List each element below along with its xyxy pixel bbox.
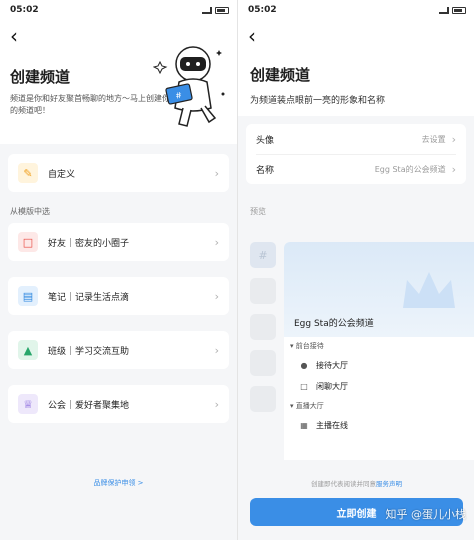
message-icon: □ xyxy=(300,382,308,391)
template-notes-card[interactable]: ▤ 笔记｜记录生活点滴 › xyxy=(8,277,229,315)
group-name: 直播大厅 xyxy=(295,402,324,410)
crown-graphic xyxy=(403,272,455,308)
template-guild-card[interactable]: ♕ 公会｜爱好者聚集地 › xyxy=(8,385,229,423)
top-bar: ‹ xyxy=(238,20,474,52)
status-bar: 05:02 xyxy=(238,0,474,20)
group-name: 前台接待 xyxy=(295,342,324,350)
service-statement-link[interactable]: 服务声明 xyxy=(376,480,402,488)
battery-icon xyxy=(452,6,466,14)
graduation-cap-icon: ▲ xyxy=(18,340,38,360)
channel-form: 头像 去设置 › 名称 Egg Sta的公会频道 › xyxy=(246,124,466,184)
preview-item-label: 主播在线 xyxy=(316,421,348,430)
preview-channel-name: Egg Sta的公会频道 xyxy=(294,319,374,329)
status-icons xyxy=(439,6,466,14)
preview-placeholder xyxy=(250,278,276,304)
battery-icon xyxy=(215,6,229,14)
template-label: 班级｜学习交流互助 xyxy=(48,346,130,357)
template-label: 公会｜爱好者聚集地 xyxy=(48,400,130,411)
preview-group-live: ▾ 直播大厅 xyxy=(290,402,324,410)
preview-placeholder xyxy=(250,314,276,340)
page-subtitle: 为频道装点眼前一亮的形象和名称 xyxy=(250,96,386,106)
custom-option-label: 自定义 xyxy=(48,169,76,180)
form-header: 创建频道 为频道装点眼前一亮的形象和名称 xyxy=(238,52,474,116)
signal-icon xyxy=(202,6,212,14)
page-title: 创建频道 xyxy=(250,66,311,84)
preview-label: 预览 xyxy=(250,207,266,216)
preview-channel-item: ▦ 主播在线 xyxy=(284,415,474,436)
preview-item-label: 闲聊大厅 xyxy=(316,382,348,391)
templates-header: 从模版中选 xyxy=(10,207,50,216)
chevron-right-icon: › xyxy=(451,163,456,176)
preview-channel-item: ● 接待大厅 xyxy=(284,355,474,376)
template-friends-card[interactable]: □ 好友｜密友的小圈子 › xyxy=(8,223,229,261)
preview-group-reception: ▾ 前台接待 xyxy=(290,342,324,350)
brand-protection-link[interactable]: 品牌保护申领 > xyxy=(0,478,237,488)
preview-banner: Egg Sta的公会频道 xyxy=(284,242,474,337)
pencil-icon: ✎ xyxy=(18,163,38,183)
signal-icon xyxy=(439,6,449,14)
chevron-right-icon: › xyxy=(214,397,219,411)
status-bar: 05:02 xyxy=(0,0,237,20)
template-label: 笔记｜记录生活点滴 xyxy=(48,292,130,303)
crown-icon: ♕ xyxy=(18,394,38,414)
page-description: 频道是你和好友聚首畅聊的地方～马上创建你的频道吧！ xyxy=(10,94,170,115)
watermark: 知乎 @蛋儿小栈 xyxy=(385,508,467,521)
status-time: 05:02 xyxy=(248,5,277,15)
chevron-right-icon: › xyxy=(214,289,219,303)
microphone-icon: ● xyxy=(300,361,308,370)
create-channel-form-screen: 05:02 ‹ 创建频道 为频道装点眼前一亮的形象和名称 头像 去设置 › 名称… xyxy=(237,0,474,540)
hash-icon: # xyxy=(250,242,276,268)
book-icon: ▤ xyxy=(18,286,38,306)
chevron-right-icon: › xyxy=(214,166,219,180)
chevron-right-icon: › xyxy=(451,132,456,146)
grid-icon: ▦ xyxy=(300,421,308,430)
avatar-label: 头像 xyxy=(256,135,275,146)
preview-item-label: 接待大厅 xyxy=(316,361,348,370)
avatar-row[interactable]: 头像 去设置 › xyxy=(256,124,456,154)
preview-placeholder xyxy=(250,386,276,412)
name-label: 名称 xyxy=(256,166,275,176)
chevron-right-icon: › xyxy=(214,343,219,357)
name-value[interactable]: Egg Sta的公会频道 xyxy=(375,164,446,175)
status-icons xyxy=(202,6,229,14)
preview-channel-item: □ 闲聊大厅 xyxy=(284,376,474,397)
template-label: 好友｜密友的小圈子 xyxy=(48,238,130,249)
custom-option-card[interactable]: ✎ 自定义 › xyxy=(8,154,229,192)
back-arrow-icon[interactable]: ‹ xyxy=(6,24,22,48)
back-arrow-icon[interactable]: ‹ xyxy=(244,24,260,48)
hero: 创建频道 频道是你和好友聚首畅聊的地方～马上创建你的频道吧！ # xyxy=(0,46,237,144)
chevron-right-icon: › xyxy=(214,235,219,249)
chat-bubble-icon: □ xyxy=(18,232,38,252)
status-time: 05:02 xyxy=(10,5,39,15)
create-channel-template-screen: 05:02 ‹ 创建频道 频道是你和好友聚首畅聊的地方～马上创建你的频道吧！ #… xyxy=(0,0,237,540)
avatar-value: 去设置 xyxy=(421,134,446,144)
astronaut-illustration: # xyxy=(153,46,225,127)
channel-preview: Egg Sta的公会频道 ▾ 前台接待 ● 接待大厅 □ 闲聊大厅 ▾ 直播大厅… xyxy=(284,242,474,460)
preview-sidebar: # xyxy=(250,242,276,422)
agreement-prefix: 创建即代表阅读并同意 xyxy=(311,480,376,488)
template-class-card[interactable]: ▲ 班级｜学习交流互助 › xyxy=(8,331,229,369)
agreement-text: 创建即代表阅读并同意服务声明 xyxy=(238,478,474,488)
name-row[interactable]: 名称 Egg Sta的公会频道 › xyxy=(256,154,456,184)
preview-placeholder xyxy=(250,350,276,376)
